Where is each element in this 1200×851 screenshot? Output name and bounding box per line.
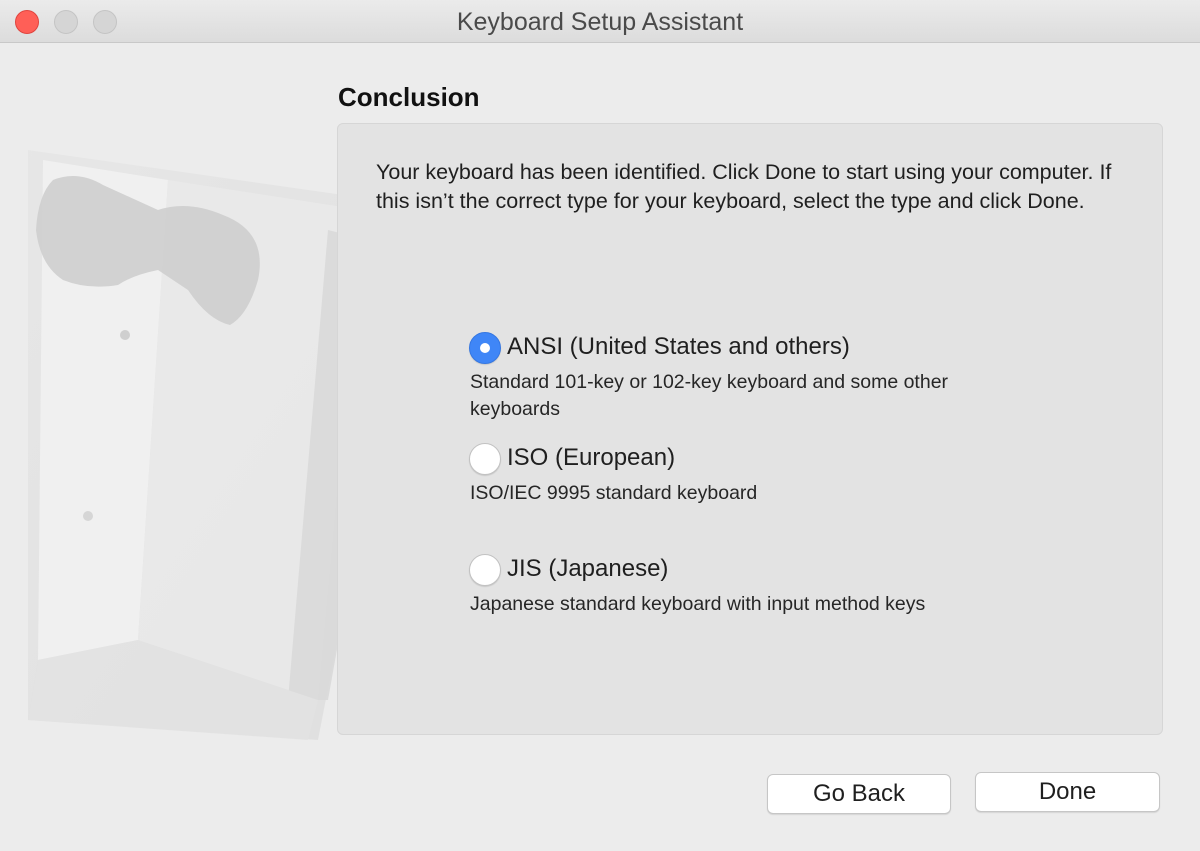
intro-text: Your keyboard has been identified. Click… [376, 160, 1112, 213]
window-title: Keyboard Setup Assistant [456, 8, 744, 36]
done-button[interactable]: Done [975, 772, 1160, 812]
title-bar: Keyboard Setup Assistant [0, 0, 1200, 43]
option-label: ISO (European) [507, 444, 676, 471]
jis-radio[interactable] [469, 554, 501, 586]
iso-radio[interactable] [469, 443, 501, 475]
option-description: ISO/IEC 9995 standard keyboard [470, 482, 758, 504]
page-title: Conclusion [338, 82, 480, 112]
option-label: ANSI (United States and others) [507, 333, 850, 360]
go-back-button[interactable]: Go Back [767, 774, 951, 814]
option-description: Japanese standard keyboard with input me… [470, 593, 926, 615]
option-description: Standard 101-key or 102-key keyboard and… [470, 371, 949, 420]
ansi-radio[interactable] [469, 332, 501, 364]
keyboard-setup-window: Keyboard Setup Assistant Conclusion Your… [0, 0, 1200, 851]
option-label: JIS (Japanese) [507, 555, 669, 582]
